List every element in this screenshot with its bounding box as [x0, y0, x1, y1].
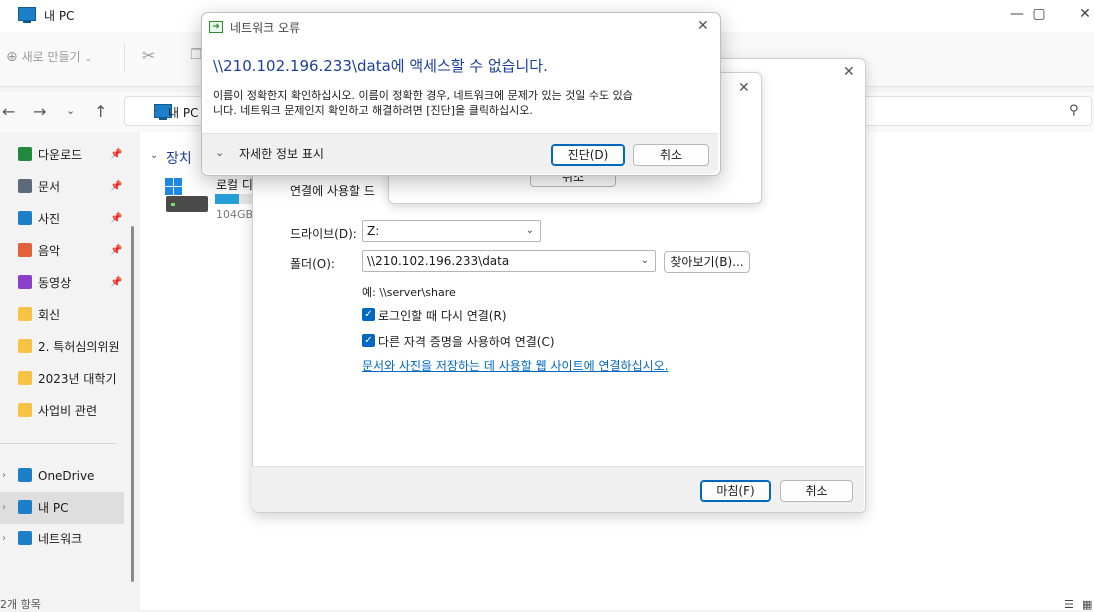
error-dialog-title: 네트워크 오류	[230, 21, 301, 35]
breadcrumb-item[interactable]: 내 PC	[168, 104, 198, 121]
expand-chevron-icon[interactable]: ›	[2, 502, 6, 513]
error-close-icon[interactable]: ✕	[697, 18, 709, 34]
expand-chevron-icon[interactable]: ›	[2, 533, 6, 544]
sidebar-item[interactable]: 2023년 대학기	[18, 367, 117, 391]
show-details-toggle[interactable]: 자세한 정보 표시	[239, 145, 324, 162]
sidebar-item[interactable]: 동영상	[18, 271, 71, 295]
sidebar-list: 다운로드 📌 문서 📌 사진 📌 음악 📌 동영상 📌 회신 2. 특허심의위원 2023년 대학기사업…	[0, 0, 126, 610]
error-body-line: 니다. 네트워크 문제인지 확인하고 해결하려면 [진단]을 클릭하십시오.	[213, 104, 533, 117]
cloud-icon	[18, 468, 32, 482]
wizard-cancel-button[interactable]: 취소	[780, 480, 853, 502]
download-icon	[18, 147, 32, 161]
pin-icon: 📌	[110, 213, 123, 224]
sidebar-item[interactable]: 다운로드	[18, 143, 82, 167]
sidebar-item-label: 내 PC	[38, 501, 69, 515]
network-icon	[18, 531, 32, 545]
sidebar-item[interactable]: 네트워크	[18, 527, 82, 551]
website-link[interactable]: 문서와 사진을 저장하는 데 사용할 웹 사이트에 연결하십시오.	[362, 357, 669, 374]
wizard-footer	[252, 466, 864, 512]
drive-letter-value: Z:	[367, 224, 380, 238]
sidebar-scrollbar[interactable]	[131, 226, 134, 582]
credentials-label: 다른 자격 증명을 사용하여 연결(C)	[378, 335, 555, 349]
chevron-down-icon: ⌄	[640, 255, 649, 266]
sidebar-item-label: 사업비 관련	[38, 404, 98, 418]
details-view-icon[interactable]: ☰	[1064, 598, 1074, 611]
tiles-view-icon[interactable]: ▦	[1082, 598, 1092, 611]
wizard-close-icon[interactable]: ✕	[843, 64, 855, 80]
pin-icon: 📌	[110, 277, 123, 288]
sidebar-item[interactable]: 회신	[18, 303, 60, 327]
drive-label: 드라이브(D):	[290, 227, 357, 241]
document-icon	[18, 179, 32, 193]
sidebar-item-label: 문서	[38, 180, 61, 194]
folder-icon	[18, 339, 32, 353]
error-cancel-button[interactable]: 취소	[633, 144, 709, 166]
sidebar-item-label: 2023년 대학기	[38, 372, 117, 386]
pin-icon: 📌	[110, 149, 123, 160]
example-text: 예: \\server\share	[362, 286, 456, 299]
background-close-icon[interactable]: ✕	[738, 80, 750, 96]
folder-icon	[18, 403, 32, 417]
close-button[interactable]: ✕	[1062, 0, 1094, 32]
sidebar-item-label: 사진	[38, 212, 61, 226]
pictures-icon	[18, 211, 32, 225]
drive-usage-fill	[215, 194, 239, 204]
show-details-chevron-icon[interactable]: ⌄	[215, 146, 224, 159]
pin-icon: 📌	[110, 245, 123, 256]
music-icon	[18, 243, 32, 257]
folder-icon	[18, 307, 32, 321]
drive-letter-select[interactable]: Z: ⌄	[362, 220, 541, 242]
sidebar-item[interactable]: 내 PC	[18, 496, 68, 520]
credentials-checkbox[interactable]: ✓	[362, 334, 375, 347]
sidebar-item-label: 다운로드	[38, 148, 83, 162]
folder-path-input[interactable]: \\210.102.196.233\data ⌄	[362, 250, 656, 272]
sidebar-item[interactable]: 2. 특허심의위원	[18, 335, 120, 359]
error-body-line: 이름이 정확한지 확인하십시오. 이름이 정확한 경우, 네트워크에 문제가 있…	[213, 89, 633, 102]
error-main-instruction: \\210.102.196.233\data에 액세스할 수 없습니다.	[213, 57, 548, 75]
section-title: 장치	[166, 151, 192, 167]
local-disk-icon	[166, 196, 208, 212]
windows-logo-icon	[165, 178, 183, 196]
folder-label: 폴더(O):	[290, 257, 335, 271]
sidebar-divider	[0, 443, 116, 444]
error-body-text: 이름이 정확한지 확인하십시오. 이름이 정확한 경우, 네트워크에 문제가 있…	[213, 88, 713, 118]
chevron-down-icon: ⌄	[525, 225, 534, 236]
reconnect-checkbox[interactable]: ✓	[362, 308, 375, 321]
browse-button[interactable]: 찾아보기(B)...	[664, 251, 750, 273]
video-icon	[18, 275, 32, 289]
section-collapse-icon[interactable]: ⌄	[150, 150, 158, 161]
breadcrumb-separator-icon: ›	[153, 104, 158, 117]
sidebar-item[interactable]: 음악	[18, 239, 60, 263]
sidebar-item[interactable]: 사업비 관련	[18, 399, 97, 423]
expand-chevron-icon[interactable]: ›	[2, 470, 6, 481]
pin-icon: 📌	[110, 181, 123, 192]
cut-icon[interactable]: ✂	[142, 46, 155, 65]
finish-button[interactable]: 마침(F)	[700, 480, 771, 502]
sidebar-item-label: 음악	[38, 244, 61, 258]
sidebar-item-label: 회신	[38, 308, 61, 322]
wizard-instruction-text: 연결에 사용할 드	[290, 184, 375, 198]
drive-name[interactable]: 로컬 디	[216, 176, 253, 193]
network-error-icon: ➜	[209, 21, 223, 33]
diagnose-button[interactable]: 진단(D)	[551, 144, 625, 166]
folder-icon	[18, 371, 32, 385]
drive-size: 104GB	[216, 208, 254, 221]
sidebar-item-label: 동영상	[38, 276, 72, 290]
drive-usage-bar	[215, 194, 255, 204]
pc-icon	[18, 500, 32, 514]
sidebar-item[interactable]: 사진	[18, 207, 60, 231]
folder-path-value: \\210.102.196.233\data	[367, 254, 510, 268]
sidebar-item[interactable]: OneDrive	[18, 464, 94, 488]
sidebar-item[interactable]: 문서	[18, 175, 60, 199]
reconnect-label: 로그인할 때 다시 연결(R)	[378, 309, 507, 323]
maximize-button[interactable]: ▢	[1016, 0, 1062, 32]
sidebar-item-label: OneDrive	[38, 469, 95, 483]
sidebar-item-label: 네트워크	[38, 532, 83, 546]
search-icon[interactable]: ⚲	[1069, 103, 1079, 118]
sidebar-item-label: 2. 특허심의위원	[38, 340, 120, 354]
